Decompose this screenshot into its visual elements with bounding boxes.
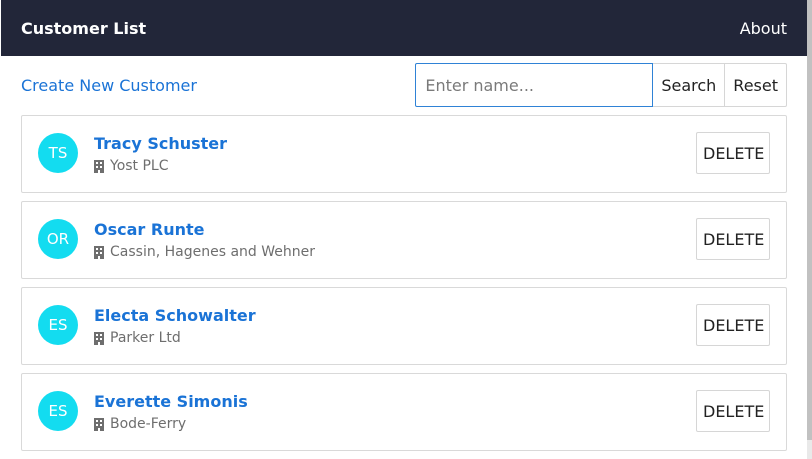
customer-company: Cassin, Hagenes and Wehner: [94, 244, 315, 260]
customer-company: Yost PLC: [94, 158, 169, 174]
delete-button[interactable]: DELETE: [696, 218, 770, 260]
customer-company: Bode-Ferry: [94, 416, 186, 432]
scrollbar-thumb[interactable]: [807, 0, 812, 440]
delete-button[interactable]: DELETE: [696, 390, 770, 432]
customer-card: OR Oscar Runte Cassin, Hagenes and Wehne…: [21, 201, 787, 279]
toolbar: Create New Customer Search Reset: [21, 63, 787, 107]
page-scrollbar[interactable]: [807, 0, 812, 459]
top-navbar: Customer List About: [1, 0, 807, 56]
avatar: OR: [38, 219, 78, 259]
app-title[interactable]: Customer List: [21, 19, 146, 38]
building-icon: [94, 159, 104, 173]
customer-card: ES Everette Simonis Bode-Ferry DELETE: [21, 373, 787, 451]
customer-name-link[interactable]: Electa Schowalter: [94, 306, 256, 325]
avatar: ES: [38, 305, 78, 345]
delete-button[interactable]: DELETE: [696, 304, 770, 346]
customer-card: TS Tracy Schuster Yost PLC DELETE: [21, 115, 787, 193]
search-button[interactable]: Search: [653, 63, 726, 107]
company-name: Yost PLC: [110, 158, 169, 174]
building-icon: [94, 245, 104, 259]
company-name: Bode-Ferry: [110, 416, 187, 432]
customer-name-link[interactable]: Oscar Runte: [94, 220, 204, 239]
delete-button[interactable]: DELETE: [696, 132, 770, 174]
search-group: Search Reset: [415, 63, 787, 107]
customer-list: TS Tracy Schuster Yost PLC DELETE OR Osc…: [21, 115, 787, 459]
company-name: Parker Ltd: [110, 330, 181, 346]
avatar: TS: [38, 133, 78, 173]
reset-button[interactable]: Reset: [725, 63, 787, 107]
avatar: ES: [38, 391, 78, 431]
building-icon: [94, 417, 104, 431]
search-input[interactable]: [415, 63, 654, 107]
create-customer-link[interactable]: Create New Customer: [21, 76, 197, 95]
customer-card: ES Electa Schowalter Parker Ltd DELETE: [21, 287, 787, 365]
about-link[interactable]: About: [740, 19, 787, 38]
customer-name-link[interactable]: Everette Simonis: [94, 392, 248, 411]
building-icon: [94, 331, 104, 345]
company-name: Cassin, Hagenes and Wehner: [110, 244, 315, 260]
customer-name-link[interactable]: Tracy Schuster: [94, 134, 227, 153]
customer-company: Parker Ltd: [94, 330, 181, 346]
